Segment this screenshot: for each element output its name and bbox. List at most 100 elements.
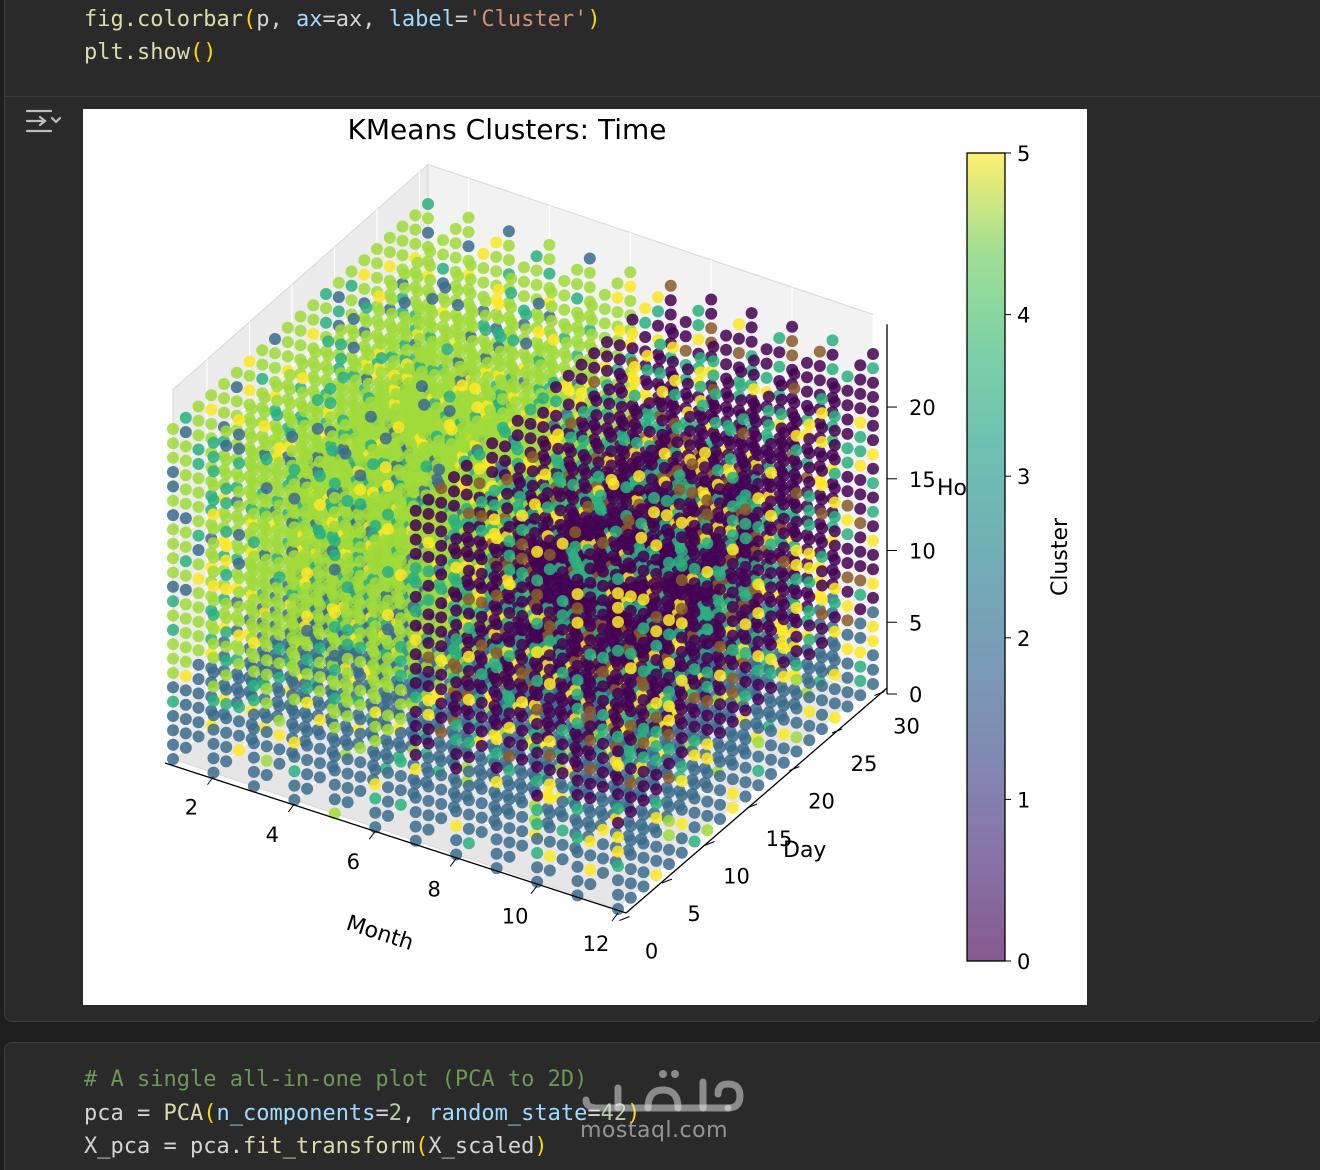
scatter-point [671, 436, 684, 449]
scatter-point [813, 374, 826, 387]
scatter-point [466, 306, 479, 319]
scatter-point [411, 271, 424, 283]
scatter-point [841, 456, 854, 469]
scatter-point [816, 565, 828, 578]
code-cell-colorbar[interactable]: ax.set_title('KMeans Clusters: Time')fig… [4, 0, 1320, 1022]
scatter-point [765, 481, 777, 493]
scatter-point [322, 364, 335, 377]
scatter-point [458, 412, 471, 425]
scatter-point [494, 360, 507, 372]
scatter-point [192, 544, 205, 556]
scatter-point [664, 279, 677, 292]
scatter-point [613, 324, 626, 337]
scatter-point [803, 676, 816, 689]
scatter-point [273, 671, 286, 684]
scatter-point [349, 389, 362, 401]
scatter-point [724, 438, 737, 451]
scatter-point [230, 366, 243, 379]
scatter-point [726, 701, 739, 714]
scatter-point [673, 483, 686, 496]
scatter-point [377, 399, 390, 412]
scatter-point [701, 637, 714, 650]
scatter-point [428, 340, 441, 353]
scatter-point [867, 376, 879, 389]
scatter-point [273, 743, 286, 756]
scatter-point [867, 462, 879, 475]
scatter-point [349, 374, 362, 387]
scatter-point [256, 372, 269, 385]
scatter-point [739, 647, 752, 659]
scatter-point [739, 790, 752, 803]
scatter-point [750, 416, 762, 429]
scatter-point [615, 386, 628, 399]
scatter-point [765, 710, 777, 723]
scatter-point [696, 428, 709, 441]
output-toggle-icon[interactable] [21, 107, 61, 135]
scatter-point [439, 310, 452, 323]
scatter-point [179, 411, 192, 424]
scatter-point [765, 768, 777, 780]
scatter-point [752, 549, 765, 562]
scatter-point [522, 356, 535, 369]
scatter-point [405, 424, 418, 437]
scatter-point [752, 779, 765, 792]
scatter-point [445, 423, 458, 436]
scatter-point [539, 468, 552, 481]
code-editor[interactable]: ax.set_title('KMeans Clusters: Time')fig… [84, 0, 601, 70]
scatter-point [273, 456, 286, 469]
scatter-point [867, 405, 879, 418]
scatter-point [786, 349, 799, 362]
scatter-point [867, 362, 879, 375]
scatter-point [714, 669, 726, 682]
scatter-point [654, 352, 667, 365]
scatter-point [415, 380, 428, 393]
scatter-point [594, 518, 607, 531]
scatter-point [790, 429, 803, 442]
scatter-point [720, 329, 733, 342]
scatter-point [592, 442, 605, 455]
scatter-point [411, 256, 424, 269]
scatter-point [681, 392, 694, 404]
scatter-point [841, 614, 854, 627]
scatter-point [841, 470, 854, 483]
scatter-point [765, 524, 777, 537]
scatter-point [777, 742, 790, 755]
scatter-point [841, 413, 854, 426]
code-token: () [189, 40, 217, 65]
scatter-point [409, 223, 422, 236]
scatter-point [726, 514, 739, 527]
scatter-point [701, 824, 714, 837]
scatter-point [539, 454, 552, 467]
scatter-point [271, 394, 284, 407]
scatter-point [433, 463, 445, 476]
scatter-point [714, 712, 726, 725]
scatter-point [205, 403, 218, 416]
scatter-point [711, 464, 724, 477]
scatter-point [841, 542, 854, 555]
scatter-point [867, 635, 879, 647]
scatter-point [507, 348, 520, 361]
scatter-point [403, 362, 416, 375]
scatter-point [403, 391, 416, 404]
scatter-point [535, 359, 547, 372]
scatter-point [405, 410, 418, 422]
scatter-point [360, 301, 373, 314]
scatter-point [790, 745, 803, 758]
scatter-point [739, 489, 752, 502]
scatter-point [726, 629, 739, 642]
scatter-point [694, 352, 707, 365]
scatter-point [747, 354, 760, 367]
scatter-point [586, 314, 598, 327]
scatter-point [579, 467, 592, 480]
scatter-point [666, 355, 679, 368]
scatter-point [765, 696, 777, 709]
scatter-point [192, 558, 205, 571]
scatter-point [803, 662, 816, 675]
scatter-point [660, 509, 673, 522]
scatter-point [284, 397, 296, 410]
scatter-point [701, 795, 714, 808]
scatter-point [486, 451, 499, 464]
scatter-point [790, 544, 803, 557]
scatter-point [816, 651, 828, 664]
scatter-point [777, 642, 790, 654]
